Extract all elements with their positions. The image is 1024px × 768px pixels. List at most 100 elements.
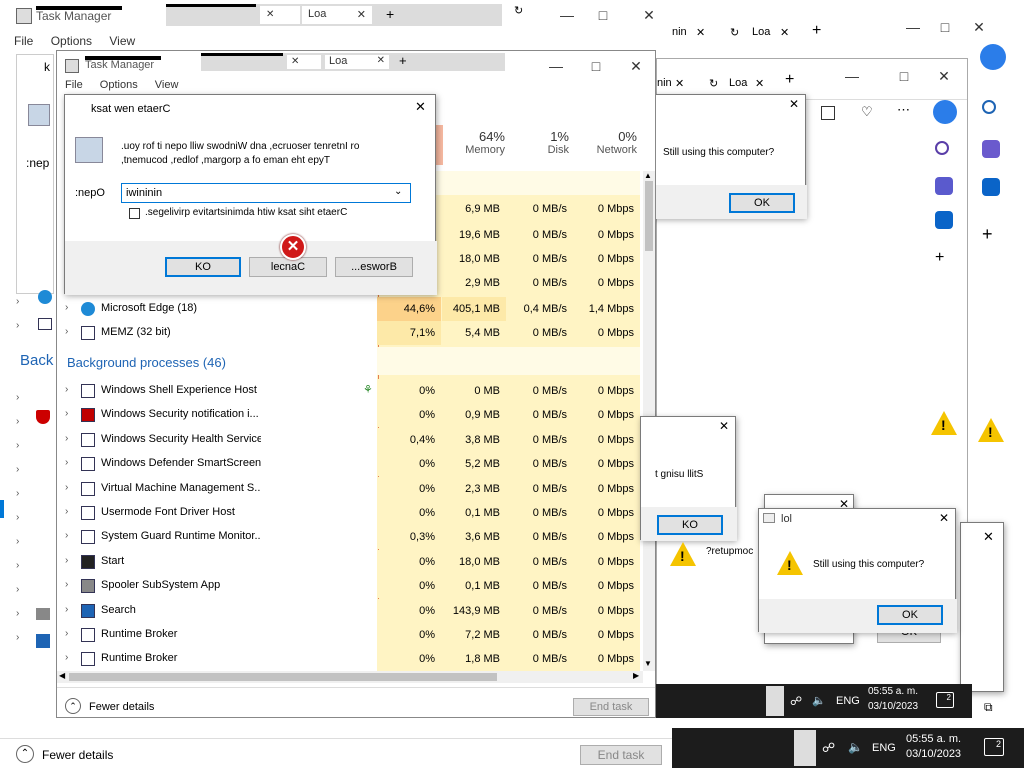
edge-tab-close-icon-2[interactable]: ✕ bbox=[755, 77, 764, 90]
expand-chevron-icon[interactable]: › bbox=[65, 433, 68, 444]
end-task-button[interactable]: End task bbox=[573, 698, 649, 716]
run-cancel-button[interactable]: lecnaC bbox=[249, 257, 327, 277]
lol-dialog-ok[interactable]: OK bbox=[877, 605, 943, 625]
expand-chevron-icon[interactable]: › bbox=[65, 652, 68, 663]
scroll-thumb[interactable] bbox=[645, 181, 653, 251]
admin-checkbox[interactable] bbox=[129, 208, 140, 219]
expand-chevron-icon[interactable]: › bbox=[65, 408, 68, 419]
tm-col-memory-header[interactable]: 64% Memory bbox=[443, 129, 505, 156]
edge-minimize-button[interactable]: — bbox=[837, 61, 867, 91]
tm-col-network-header[interactable]: 0% Network bbox=[573, 129, 637, 156]
edge-copilot-icon[interactable] bbox=[935, 177, 953, 195]
back-tab-1[interactable]: ✕ bbox=[260, 6, 300, 24]
edge-tab-close-icon[interactable]: ✕ bbox=[675, 77, 684, 90]
run-ok-button[interactable]: KO bbox=[165, 257, 241, 277]
expand-chevron-icon[interactable]: › bbox=[65, 482, 68, 493]
expand-chevron-icon[interactable]: › bbox=[65, 555, 68, 566]
chevron-up-icon[interactable]: ⌃ bbox=[65, 698, 81, 714]
taskbar-front-volume-icon[interactable]: 🔈 bbox=[812, 694, 826, 707]
table-row[interactable]: › Runtime Broker 0% 1,8 MB 0 MB/s 0 Mbps bbox=[57, 647, 643, 671]
mid-search-icon[interactable] bbox=[982, 100, 996, 114]
back-close-button[interactable]: ✕ bbox=[634, 0, 664, 30]
tm-new-tab-icon[interactable]: + bbox=[399, 53, 407, 68]
tm-maximize-button[interactable]: □ bbox=[581, 51, 611, 81]
taskbar-back-volume-icon[interactable]: 🔈 bbox=[848, 740, 863, 754]
mid-bing-icon[interactable] bbox=[980, 44, 1006, 70]
taskbar-back-network-icon[interactable]: ☍ bbox=[822, 740, 835, 756]
open-combobox[interactable]: iwininin ⌄ bbox=[121, 183, 411, 203]
still-dialog-1-close[interactable]: ✕ bbox=[789, 97, 799, 111]
edge-tab-load-label[interactable]: Loa bbox=[729, 77, 747, 89]
expand-chevron-icon[interactable]: › bbox=[65, 506, 68, 517]
menu-options[interactable]: Options bbox=[51, 34, 92, 48]
mid-add-icon[interactable]: + bbox=[982, 224, 993, 245]
tm-menu-view[interactable]: View bbox=[155, 79, 179, 91]
edge-search-icon[interactable] bbox=[935, 141, 949, 155]
mid-external-icon[interactable]: ⧉ bbox=[984, 700, 993, 715]
back-maximize-button[interactable]: □ bbox=[588, 0, 618, 30]
mid-tab-close-icon-2[interactable]: ✕ bbox=[780, 26, 789, 39]
taskbar-back-thumbnail[interactable] bbox=[794, 730, 816, 766]
tm-col-disk-header[interactable]: 1% Disk bbox=[507, 129, 569, 156]
taskbar-front-date[interactable]: 03/10/2023 bbox=[868, 701, 918, 712]
expand-chevron-icon[interactable]: › bbox=[65, 326, 68, 337]
scroll-up-arrow[interactable]: ▲ bbox=[644, 171, 652, 180]
mid-tab-close-icon[interactable]: ✕ bbox=[696, 26, 705, 39]
table-row[interactable]: › System Guard Runtime Monitor... 0,3% 3,6 … bbox=[57, 525, 643, 550]
back-chevron-up-icon[interactable]: ⌃ bbox=[16, 745, 34, 763]
back-tab-load[interactable]: Loa ✕ bbox=[302, 6, 372, 24]
table-row[interactable]: › Start 0% 18,0 MB 0 MB/s 0 Mbps bbox=[57, 549, 643, 574]
right-dialog-close[interactable]: ✕ bbox=[983, 529, 994, 545]
table-row[interactable]: › Usermode Font Driver Host 0% 0,1 MB 0 MB/s… bbox=[57, 501, 643, 525]
mid-close-button[interactable]: ✕ bbox=[964, 12, 994, 42]
scroll-down-arrow[interactable]: ▼ bbox=[644, 659, 652, 668]
edge-maximize-button[interactable]: □ bbox=[889, 61, 919, 91]
edge-outlook-icon[interactable] bbox=[935, 211, 953, 229]
table-row[interactable]: › Windows Defender SmartScreen 0% 5,2 MB 0 M… bbox=[57, 452, 643, 477]
edge-new-tab-icon[interactable]: + bbox=[785, 71, 794, 89]
expand-chevron-icon[interactable]: › bbox=[65, 384, 68, 395]
tm-tab-load[interactable]: Loa ✕ bbox=[325, 55, 389, 69]
h-scroll-thumb[interactable] bbox=[69, 673, 497, 681]
mid-copilot-icon[interactable] bbox=[982, 140, 1000, 158]
taskbar-back-date[interactable]: 03/10/2023 bbox=[906, 748, 961, 760]
mid-minimize-button[interactable]: — bbox=[898, 12, 928, 42]
table-row[interactable]: › Windows Shell Experience Host 0% 0 MB 0 MB… bbox=[57, 379, 643, 403]
tm-close-button[interactable]: ✕ bbox=[621, 51, 651, 81]
expand-chevron-icon[interactable]: › bbox=[65, 457, 68, 468]
still-dialog-2-close[interactable]: ✕ bbox=[719, 419, 729, 433]
edge-bing-icon[interactable] bbox=[933, 100, 957, 124]
edge-add-icon[interactable]: + bbox=[935, 249, 944, 267]
taskbar-back-lang[interactable]: ENG bbox=[872, 742, 896, 754]
taskbar-front-notification-icon[interactable]: 2 bbox=[936, 692, 954, 708]
horizontal-scrollbar[interactable]: ◀ ▶ bbox=[57, 671, 643, 683]
edge-more-icon[interactable]: ⋯ bbox=[897, 102, 910, 118]
edge-heart-icon[interactable]: ♡ bbox=[861, 104, 873, 120]
expand-chevron-icon[interactable]: › bbox=[65, 604, 68, 615]
mid-new-tab-icon[interactable]: + bbox=[812, 22, 821, 40]
back-end-task-button[interactable]: End task bbox=[580, 745, 662, 765]
tm-menu-options[interactable]: Options bbox=[100, 79, 138, 91]
still-dialog-1-ok[interactable]: OK bbox=[729, 193, 795, 213]
expand-chevron-icon[interactable]: › bbox=[65, 302, 68, 313]
taskbar-front-time[interactable]: 05:55 a. m. bbox=[868, 686, 918, 697]
expand-chevron-icon[interactable]: › bbox=[65, 579, 68, 590]
back-fewer-details[interactable]: Fewer details bbox=[42, 748, 113, 762]
scroll-left-arrow[interactable]: ◀ bbox=[59, 671, 65, 680]
tm-tab-1[interactable]: ✕ bbox=[287, 55, 321, 69]
mid-outlook-icon[interactable] bbox=[982, 178, 1000, 196]
menu-view[interactable]: View bbox=[109, 34, 135, 48]
taskbar-front-network-icon[interactable]: ☍ bbox=[790, 694, 802, 708]
table-row[interactable]: › Windows Security Health Service 0,4% 3,8 … bbox=[57, 427, 643, 452]
run-browse-button[interactable]: ...esworB bbox=[335, 257, 413, 277]
mid-maximize-button[interactable]: □ bbox=[930, 12, 960, 42]
expand-chevron-icon[interactable]: › bbox=[65, 628, 68, 639]
combobox-chevron-down-icon[interactable]: ⌄ bbox=[394, 186, 402, 197]
run-dialog-close[interactable]: ✕ bbox=[415, 99, 426, 115]
table-row[interactable]: › Runtime Broker 0% 7,2 MB 0 MB/s 0 Mbps bbox=[57, 623, 643, 647]
table-row[interactable]: › Windows Security notification i... 0% 0,9… bbox=[57, 403, 643, 428]
menu-file[interactable]: File bbox=[14, 34, 33, 48]
still-dialog-2-ok[interactable]: KO bbox=[657, 515, 723, 535]
edge-collections-icon[interactable] bbox=[821, 106, 835, 120]
taskbar-back-notification-icon[interactable]: 2 bbox=[984, 738, 1004, 756]
